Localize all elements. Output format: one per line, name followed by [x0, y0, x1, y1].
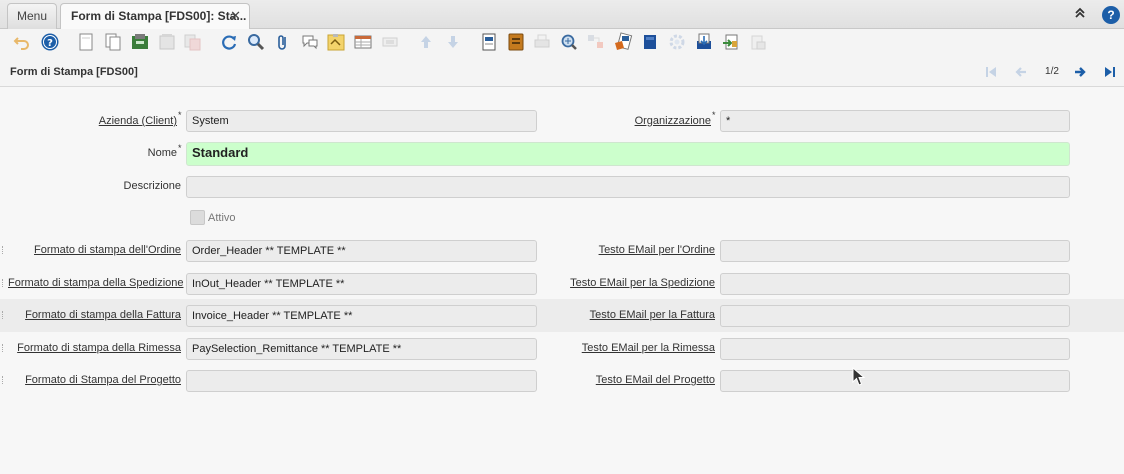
invoice-email-label[interactable]: Testo EMail per la Fattura: [560, 309, 715, 321]
tab-menu[interactable]: Menu: [7, 3, 57, 29]
record-form: Azienda (Client) * System Organizzazione…: [0, 88, 1124, 474]
invoice-email-field[interactable]: [720, 305, 1070, 327]
import-icon[interactable]: [721, 32, 741, 52]
delete-icon: [157, 32, 177, 52]
order-format-label[interactable]: Formato di stampa dell'Ordine: [10, 244, 181, 256]
new-record-icon[interactable]: [76, 32, 96, 52]
report-icon[interactable]: [479, 32, 499, 52]
svg-text:?: ?: [47, 38, 53, 49]
project-email-label[interactable]: Testo EMail del Progetto: [560, 374, 715, 386]
required-mark: *: [712, 110, 716, 120]
requests-icon[interactable]: [613, 32, 633, 52]
attachment-icon[interactable]: [273, 32, 293, 52]
order-format-field[interactable]: Order_Header ** TEMPLATE **: [186, 240, 537, 262]
invoice-format-field[interactable]: Invoice_Header ** TEMPLATE **: [186, 305, 537, 327]
remittance-format-label[interactable]: Formato di stampa della Rimessa: [10, 342, 181, 354]
chat-icon[interactable]: [300, 32, 320, 52]
toolbar: ?: [0, 29, 1124, 57]
close-icon[interactable]: ✕: [230, 4, 241, 28]
archive-icon[interactable]: [506, 32, 526, 52]
help-circle-icon[interactable]: ?: [1102, 6, 1120, 24]
tab-form-di-stampa[interactable]: Form di Stampa [FDS00]: Sta... ✕: [60, 3, 250, 29]
zoom-across-icon[interactable]: [559, 32, 579, 52]
active-label: Attivo: [208, 212, 236, 224]
print-icon: [532, 32, 552, 52]
remittance-email-field[interactable]: [720, 338, 1070, 360]
shipment-format-field[interactable]: InOut_Header ** TEMPLATE **: [186, 273, 537, 295]
record-header: Form di Stampa [FDS00] 1/2: [0, 57, 1124, 87]
resize-grip: [2, 376, 5, 384]
undo-icon[interactable]: [12, 32, 32, 52]
previous-record-icon: [1014, 65, 1028, 79]
delete-selection-icon: [182, 32, 202, 52]
page-title: Form di Stampa [FDS00]: [10, 66, 138, 78]
post-it-icon[interactable]: [326, 32, 346, 52]
resize-grip: [2, 311, 5, 319]
resize-grip: [2, 279, 5, 287]
client-label[interactable]: Azienda (Client): [60, 115, 177, 127]
multi-edit-icon: [380, 32, 400, 52]
description-label: Descrizione: [123, 180, 181, 192]
parent-record-icon: [416, 32, 436, 52]
name-field[interactable]: Standard: [186, 142, 1070, 166]
mouse-cursor-icon: [852, 366, 866, 387]
required-mark: *: [178, 110, 182, 120]
shipment-email-field[interactable]: [720, 273, 1070, 295]
project-format-label[interactable]: Formato di Stampa del Progetto: [10, 374, 181, 386]
project-format-field[interactable]: [186, 370, 537, 392]
find-icon[interactable]: [246, 32, 266, 52]
copy-record-icon[interactable]: [103, 32, 123, 52]
first-record-icon: [984, 65, 998, 79]
remittance-email-label[interactable]: Testo EMail per la Rimessa: [560, 342, 715, 354]
tab-bar: Menu Form di Stampa [FDS00]: Sta... ✕ ?: [0, 0, 1124, 29]
remittance-format-field[interactable]: PaySelection_Remittance ** TEMPLATE **: [186, 338, 537, 360]
double-chevron-up-icon[interactable]: [1071, 6, 1089, 24]
tab-label: Form di Stampa [FDS00]: Sta...: [71, 9, 247, 23]
export-icon[interactable]: [694, 32, 714, 52]
invoice-format-label[interactable]: Formato di stampa della Fattura: [10, 309, 181, 321]
active-workflows-icon: [586, 32, 606, 52]
last-record-icon[interactable]: [1103, 65, 1117, 79]
product-info-icon[interactable]: [640, 32, 660, 52]
grid-toggle-icon[interactable]: [353, 32, 373, 52]
shipment-format-label[interactable]: Formato di stampa della Spedizione: [8, 277, 183, 289]
organization-field[interactable]: *: [720, 110, 1070, 132]
name-label: Nome: [147, 147, 177, 159]
order-email-field[interactable]: [720, 240, 1070, 262]
detail-record-icon: [443, 32, 463, 52]
save-icon[interactable]: [130, 32, 150, 52]
lock-icon: [748, 32, 768, 52]
resize-grip: [2, 246, 5, 254]
description-field[interactable]: [186, 176, 1070, 198]
project-email-field[interactable]: [720, 370, 1070, 392]
client-field[interactable]: System: [186, 110, 537, 132]
next-record-icon[interactable]: [1073, 65, 1087, 79]
customize-icon: [667, 32, 687, 52]
organization-label[interactable]: Organizzazione: [590, 115, 711, 127]
order-email-label[interactable]: Testo EMail per l'Ordine: [560, 244, 715, 256]
required-mark: *: [178, 143, 182, 153]
refresh-icon[interactable]: [219, 32, 239, 52]
resize-grip: [2, 344, 5, 352]
shipment-email-label[interactable]: Testo EMail per la Spedizione: [560, 277, 715, 289]
help-icon[interactable]: ?: [40, 32, 60, 52]
record-indicator: 1/2: [1045, 66, 1059, 77]
active-checkbox[interactable]: [190, 210, 205, 225]
window: Menu Form di Stampa [FDS00]: Sta... ✕ ? …: [0, 0, 1124, 474]
